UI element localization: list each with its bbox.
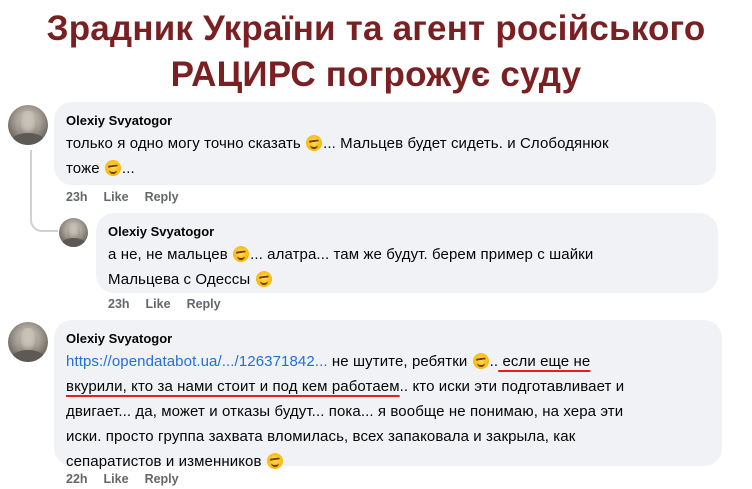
comment-timestamp[interactable]: 23h <box>66 190 88 204</box>
avatar-shoulders <box>61 238 86 247</box>
comment-link[interactable]: https://opendatabot.ua/.../126371842... <box>66 353 328 370</box>
comment-meta-2: 23h Like Reply <box>108 297 237 311</box>
headline: Зрадник України та агент російського РАЦ… <box>0 6 752 98</box>
comment-text: https://opendatabot.ua/.../126371842... … <box>66 353 625 470</box>
comment-bubble-2: Olexiy Svyatogor а не, не мальцев ... ал… <box>96 213 718 293</box>
wink-emoji-icon <box>255 271 272 287</box>
reply-link[interactable]: Reply <box>145 190 179 204</box>
comment-timestamp[interactable]: 23h <box>108 297 130 311</box>
comment-text: только я одно могу точно сказать ... Мал… <box>66 135 609 177</box>
reply-link[interactable]: Reply <box>187 297 221 311</box>
avatar-shoulders <box>11 350 45 362</box>
wink-emoji-icon <box>472 353 489 369</box>
wink-emoji-icon <box>266 453 283 469</box>
underlined-text: если еще не <box>498 353 591 370</box>
wink-emoji-icon <box>104 160 121 176</box>
underlined-text: вкурили, кто за нами стоит и под кем раб… <box>66 378 400 395</box>
comment-author[interactable]: Olexiy Svyatogor <box>66 330 710 348</box>
like-link[interactable]: Like <box>146 297 171 311</box>
comment-bubble-1: Olexiy Svyatogor только я одно могу точн… <box>54 102 716 185</box>
avatar[interactable] <box>8 322 48 362</box>
avatar[interactable] <box>8 105 48 145</box>
comment-bubble-3: Olexiy Svyatogor https://opendatabot.ua/… <box>54 320 722 470</box>
headline-line-2: РАЦИРС погрожує суду <box>170 55 582 94</box>
wink-emoji-icon <box>306 135 323 151</box>
comment-timestamp[interactable]: 22h <box>66 472 88 486</box>
avatar[interactable] <box>59 218 88 247</box>
comment-author[interactable]: Olexiy Svyatogor <box>66 112 704 130</box>
avatar-shoulders <box>11 133 45 145</box>
comment-meta-1: 23h Like Reply <box>66 190 195 204</box>
reply-link[interactable]: Reply <box>145 472 179 486</box>
wink-emoji-icon <box>233 246 250 262</box>
comment-meta-3: 22h Like Reply <box>66 472 195 486</box>
comment-text: а не, не мальцев ... алатра... там же бу… <box>108 246 594 288</box>
like-link[interactable]: Like <box>104 472 129 486</box>
headline-line-1: Зрадник України та агент російського <box>46 9 706 48</box>
reply-thread-line <box>30 150 58 232</box>
comment-author[interactable]: Olexiy Svyatogor <box>108 223 706 241</box>
like-link[interactable]: Like <box>104 190 129 204</box>
